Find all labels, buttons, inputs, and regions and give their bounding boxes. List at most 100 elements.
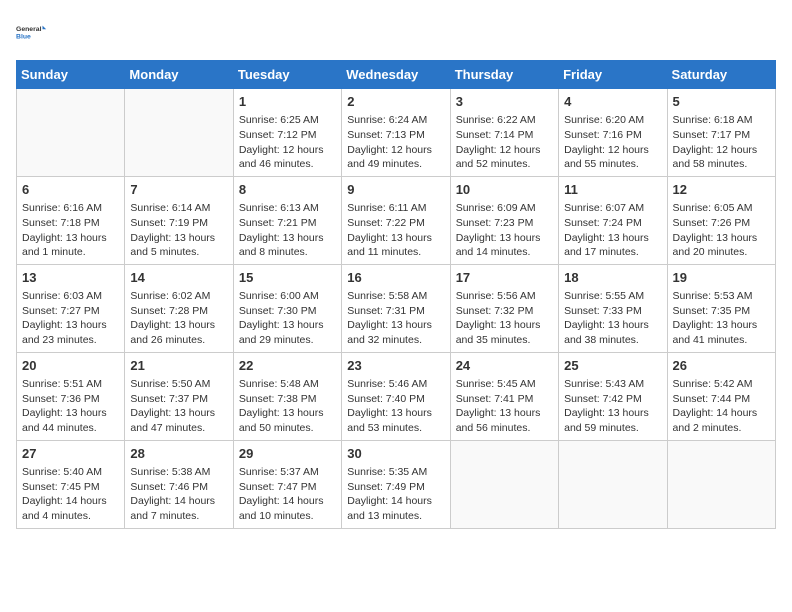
day-number: 8 — [239, 181, 336, 199]
day-info: Sunrise: 5:48 AMSunset: 7:38 PMDaylight:… — [239, 377, 336, 436]
calendar-cell: 7 Sunrise: 6:14 AMSunset: 7:19 PMDaylight… — [125, 176, 233, 264]
day-info: Sunrise: 5:37 AMSunset: 7:47 PMDaylight:… — [239, 465, 336, 524]
day-number: 5 — [673, 93, 770, 111]
calendar-cell — [125, 89, 233, 177]
day-number: 12 — [673, 181, 770, 199]
calendar-cell: 14 Sunrise: 6:02 AMSunset: 7:28 PMDayligh… — [125, 264, 233, 352]
day-info: Sunrise: 6:02 AMSunset: 7:28 PMDaylight:… — [130, 289, 227, 348]
calendar-table: SundayMondayTuesdayWednesdayThursdayFrid… — [16, 60, 776, 529]
day-info: Sunrise: 6:07 AMSunset: 7:24 PMDaylight:… — [564, 201, 661, 260]
day-number: 16 — [347, 269, 444, 287]
day-info: Sunrise: 5:45 AMSunset: 7:41 PMDaylight:… — [456, 377, 553, 436]
calendar-cell: 16 Sunrise: 5:58 AMSunset: 7:31 PMDayligh… — [342, 264, 450, 352]
calendar-cell: 24 Sunrise: 5:45 AMSunset: 7:41 PMDayligh… — [450, 352, 558, 440]
calendar-cell: 25Sunrise: 5:43 AMSunset: 7:42 PMDayligh… — [559, 352, 667, 440]
day-info: Sunrise: 6:22 AMSunset: 7:14 PMDaylight:… — [456, 113, 553, 172]
calendar-cell: 17 Sunrise: 5:56 AMSunset: 7:32 PMDayligh… — [450, 264, 558, 352]
day-number: 10 — [456, 181, 553, 199]
day-number: 11 — [564, 181, 661, 199]
svg-text:General: General — [16, 26, 42, 33]
day-info: Sunrise: 5:40 AMSunset: 7:45 PMDaylight:… — [22, 465, 119, 524]
calendar-cell: 11 Sunrise: 6:07 AMSunset: 7:24 PMDayligh… — [559, 176, 667, 264]
logo-icon: GeneralBlue — [16, 16, 48, 48]
day-info: Sunrise: 5:38 AMSunset: 7:46 PMDaylight:… — [130, 465, 227, 524]
calendar-cell: 20Sunrise: 5:51 AMSunset: 7:36 PMDayligh… — [17, 352, 125, 440]
weekday-header-wednesday: Wednesday — [342, 61, 450, 89]
calendar-cell: 27 Sunrise: 5:40 AMSunset: 7:45 PMDayligh… — [17, 440, 125, 528]
day-number: 21 — [130, 357, 227, 375]
calendar-cell: 21 Sunrise: 5:50 AMSunset: 7:37 PMDayligh… — [125, 352, 233, 440]
calendar-cell — [667, 440, 775, 528]
calendar-cell: 1 Sunrise: 6:25 AMSunset: 7:12 PMDaylight… — [233, 89, 341, 177]
day-number: 3 — [456, 93, 553, 111]
day-number: 22 — [239, 357, 336, 375]
day-info: Sunrise: 5:55 AMSunset: 7:33 PMDaylight:… — [564, 289, 661, 348]
day-number: 27 — [22, 445, 119, 463]
day-info: Sunrise: 6:03 AMSunset: 7:27 PMDaylight:… — [22, 289, 119, 348]
calendar-cell: 3 Sunrise: 6:22 AMSunset: 7:14 PMDaylight… — [450, 89, 558, 177]
weekday-header-tuesday: Tuesday — [233, 61, 341, 89]
calendar-cell: 22 Sunrise: 5:48 AMSunset: 7:38 PMDayligh… — [233, 352, 341, 440]
day-number: 9 — [347, 181, 444, 199]
day-number: 6 — [22, 181, 119, 199]
header: GeneralBlue — [16, 16, 776, 48]
day-number: 4 — [564, 93, 661, 111]
day-info: Sunrise: 6:14 AMSunset: 7:19 PMDaylight:… — [130, 201, 227, 260]
day-number: 26 — [673, 357, 770, 375]
week-row-3: 13 Sunrise: 6:03 AMSunset: 7:27 PMDayligh… — [17, 264, 776, 352]
calendar-cell — [450, 440, 558, 528]
day-number: 7 — [130, 181, 227, 199]
day-number: 14 — [130, 269, 227, 287]
day-info: Sunrise: 5:46 AMSunset: 7:40 PMDaylight:… — [347, 377, 444, 436]
day-number: 23 — [347, 357, 444, 375]
day-info: Sunrise: 6:13 AMSunset: 7:21 PMDaylight:… — [239, 201, 336, 260]
day-info: Sunrise: 5:42 AMSunset: 7:44 PMDaylight:… — [673, 377, 770, 436]
day-info: Sunrise: 5:35 AMSunset: 7:49 PMDaylight:… — [347, 465, 444, 524]
calendar-cell: 15 Sunrise: 6:00 AMSunset: 7:30 PMDayligh… — [233, 264, 341, 352]
day-info: Sunrise: 6:00 AMSunset: 7:30 PMDaylight:… — [239, 289, 336, 348]
day-info: Sunrise: 6:11 AMSunset: 7:22 PMDaylight:… — [347, 201, 444, 260]
day-info: Sunrise: 5:50 AMSunset: 7:37 PMDaylight:… — [130, 377, 227, 436]
calendar-cell: 12Sunrise: 6:05 AMSunset: 7:26 PMDayligh… — [667, 176, 775, 264]
day-number: 25 — [564, 357, 661, 375]
calendar-cell: 29Sunrise: 5:37 AMSunset: 7:47 PMDayligh… — [233, 440, 341, 528]
day-number: 13 — [22, 269, 119, 287]
calendar-cell: 13 Sunrise: 6:03 AMSunset: 7:27 PMDayligh… — [17, 264, 125, 352]
day-number: 24 — [456, 357, 553, 375]
calendar-cell: 8 Sunrise: 6:13 AMSunset: 7:21 PMDaylight… — [233, 176, 341, 264]
calendar-cell: 19Sunrise: 5:53 AMSunset: 7:35 PMDayligh… — [667, 264, 775, 352]
weekday-header-thursday: Thursday — [450, 61, 558, 89]
week-row-5: 27 Sunrise: 5:40 AMSunset: 7:45 PMDayligh… — [17, 440, 776, 528]
day-number: 19 — [673, 269, 770, 287]
weekday-header-friday: Friday — [559, 61, 667, 89]
day-number: 18 — [564, 269, 661, 287]
day-info: Sunrise: 6:18 AMSunset: 7:17 PMDaylight:… — [673, 113, 770, 172]
calendar-cell — [17, 89, 125, 177]
week-row-1: 1 Sunrise: 6:25 AMSunset: 7:12 PMDaylight… — [17, 89, 776, 177]
day-info: Sunrise: 5:56 AMSunset: 7:32 PMDaylight:… — [456, 289, 553, 348]
day-info: Sunrise: 5:51 AMSunset: 7:36 PMDaylight:… — [22, 377, 119, 436]
calendar-body: 1 Sunrise: 6:25 AMSunset: 7:12 PMDaylight… — [17, 89, 776, 529]
day-info: Sunrise: 6:16 AMSunset: 7:18 PMDaylight:… — [22, 201, 119, 260]
calendar-cell: 2 Sunrise: 6:24 AMSunset: 7:13 PMDaylight… — [342, 89, 450, 177]
day-number: 15 — [239, 269, 336, 287]
day-number: 17 — [456, 269, 553, 287]
day-number: 1 — [239, 93, 336, 111]
day-number: 2 — [347, 93, 444, 111]
calendar-cell: 5 Sunrise: 6:18 AMSunset: 7:17 PMDaylight… — [667, 89, 775, 177]
day-number: 30 — [347, 445, 444, 463]
weekday-header-sunday: Sunday — [17, 61, 125, 89]
calendar-cell — [559, 440, 667, 528]
calendar-cell: 4 Sunrise: 6:20 AMSunset: 7:16 PMDaylight… — [559, 89, 667, 177]
calendar-cell: 23 Sunrise: 5:46 AMSunset: 7:40 PMDayligh… — [342, 352, 450, 440]
day-info: Sunrise: 6:24 AMSunset: 7:13 PMDaylight:… — [347, 113, 444, 172]
calendar-cell: 18 Sunrise: 5:55 AMSunset: 7:33 PMDayligh… — [559, 264, 667, 352]
day-info: Sunrise: 6:20 AMSunset: 7:16 PMDaylight:… — [564, 113, 661, 172]
day-info: Sunrise: 6:09 AMSunset: 7:23 PMDaylight:… — [456, 201, 553, 260]
calendar-cell: 26 Sunrise: 5:42 AMSunset: 7:44 PMDayligh… — [667, 352, 775, 440]
day-info: Sunrise: 6:25 AMSunset: 7:12 PMDaylight:… — [239, 113, 336, 172]
calendar-cell: 30 Sunrise: 5:35 AMSunset: 7:49 PMDayligh… — [342, 440, 450, 528]
day-info: Sunrise: 5:58 AMSunset: 7:31 PMDaylight:… — [347, 289, 444, 348]
logo: GeneralBlue — [16, 16, 48, 48]
weekday-header-row: SundayMondayTuesdayWednesdayThursdayFrid… — [17, 61, 776, 89]
